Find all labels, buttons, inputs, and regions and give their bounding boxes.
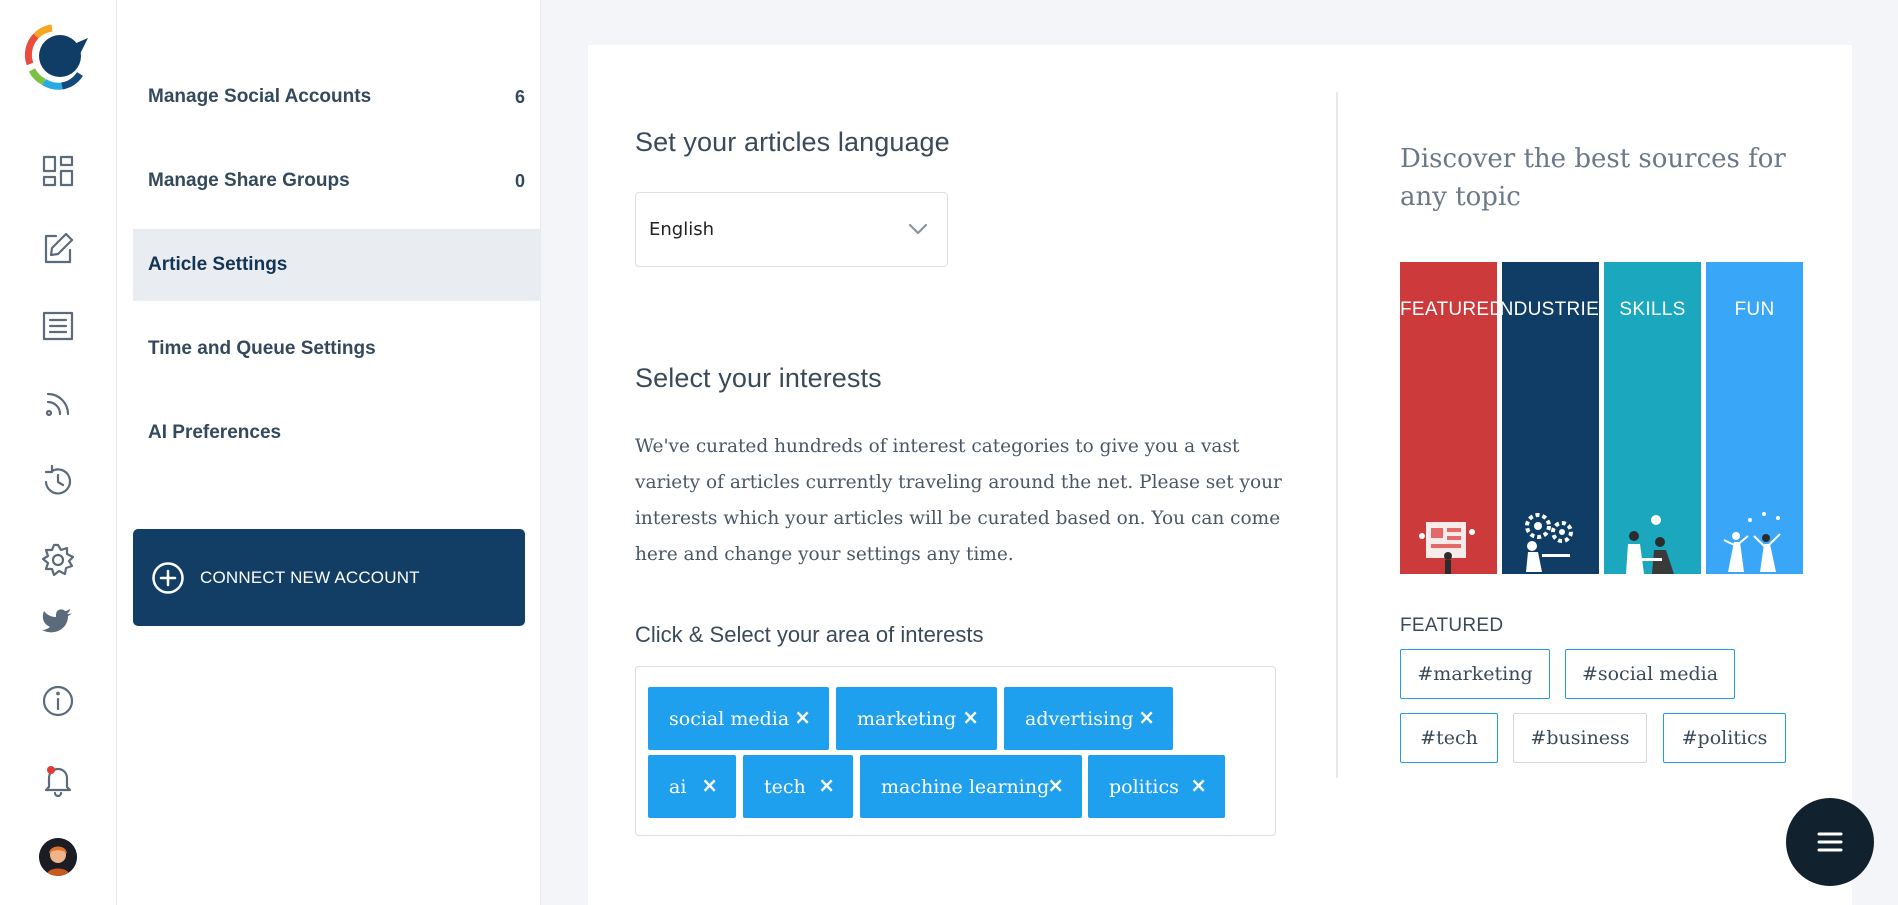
interest-chip: social media × — [648, 687, 829, 750]
interest-chip-label: tech — [764, 775, 806, 798]
notification-bell-icon[interactable] — [37, 758, 79, 800]
featured-illustration-icon — [1419, 522, 1475, 574]
interest-chip-label: ai — [669, 775, 687, 798]
interest-chip-label: politics — [1109, 775, 1179, 798]
remove-chip-icon[interactable]: × — [962, 707, 979, 727]
nav-item-count: 0 — [514, 170, 525, 191]
language-select[interactable]: English — [635, 192, 948, 267]
category-card-industries[interactable]: INDUSTRIES — [1502, 262, 1599, 574]
category-card-fun[interactable]: FUN — [1706, 262, 1803, 574]
interest-chip: tech × — [743, 755, 853, 818]
discover-heading: Discover the best sources for any topic — [1400, 144, 1786, 212]
remove-chip-icon[interactable]: × — [1138, 707, 1155, 727]
interest-chip: advertising × — [1004, 687, 1173, 750]
user-avatar[interactable] — [39, 838, 77, 876]
selected-interests-box[interactable]: social media × marketing × advertising ×… — [635, 666, 1276, 836]
area-of-interests-heading: Click & Select your area of interests — [635, 622, 984, 647]
compose-icon[interactable] — [37, 227, 79, 269]
skills-illustration-icon — [1626, 515, 1674, 574]
remove-chip-icon[interactable]: × — [794, 707, 811, 727]
fun-illustration-icon — [1723, 512, 1781, 572]
category-label: INDUSTRIES — [1502, 299, 1599, 320]
selected-category-label: FEATURED — [1400, 615, 1504, 636]
nav-item-manage-social-accounts[interactable]: Manage Social Accounts 6 — [133, 61, 541, 133]
hashtag-button[interactable]: #politics — [1663, 713, 1786, 763]
industries-illustration-icon — [1525, 513, 1573, 572]
remove-chip-icon[interactable]: × — [1047, 775, 1064, 795]
interest-chip-label: machine learning — [881, 775, 1050, 798]
interest-chip: politics × — [1088, 755, 1225, 818]
remove-chip-icon[interactable]: × — [701, 775, 718, 795]
nav-item-manage-share-groups[interactable]: Manage Share Groups 0 — [133, 145, 541, 217]
info-icon[interactable] — [37, 680, 79, 722]
column-divider — [1336, 92, 1338, 778]
interests-heading: Select your interests — [635, 363, 882, 393]
remove-chip-icon[interactable]: × — [818, 775, 835, 795]
history-sync-icon[interactable] — [37, 461, 79, 503]
articles-icon[interactable] — [37, 305, 79, 347]
nav-item-label: AI Preferences — [148, 422, 282, 443]
nav-item-time-and-queue-settings[interactable]: Time and Queue Settings — [133, 313, 541, 385]
nav-item-label: Time and Queue Settings — [148, 338, 376, 359]
interest-chip: marketing × — [836, 687, 997, 750]
nav-item-article-settings[interactable]: Article Settings — [133, 229, 541, 301]
hashtag-button[interactable]: #social media — [1565, 649, 1735, 699]
chevron-down-icon — [908, 223, 928, 235]
interest-chip-label: marketing — [857, 707, 957, 730]
connect-new-account-button[interactable]: CONNECT NEW ACCOUNT — [133, 529, 525, 626]
nav-item-label: Manage Social Accounts — [148, 86, 372, 107]
interest-chip-label: social media — [669, 707, 790, 730]
app-logo[interactable] — [22, 20, 92, 92]
nav-item-label: Manage Share Groups — [148, 170, 350, 191]
category-label: FEATURED — [1400, 299, 1497, 320]
plus-circle-icon — [152, 561, 184, 594]
nav-item-ai-preferences[interactable]: AI Preferences — [133, 397, 541, 469]
hashtag-button[interactable]: #tech — [1400, 713, 1498, 763]
category-label: SKILLS — [1619, 299, 1686, 320]
category-card-skills[interactable]: SKILLS — [1604, 262, 1701, 574]
menu-fab-button[interactable] — [1786, 798, 1874, 886]
icon-rail — [0, 0, 117, 905]
settings-gear-icon[interactable] — [37, 539, 79, 581]
nav-item-count: 6 — [514, 86, 525, 107]
interests-description: We've curated hundreds of interest categ… — [635, 436, 1282, 565]
category-card-featured[interactable]: FEATURED — [1400, 262, 1497, 574]
hashtag-button[interactable]: #business — [1513, 713, 1647, 763]
connect-button-label: CONNECT NEW ACCOUNT — [200, 567, 420, 587]
category-label: FUN — [1734, 299, 1775, 320]
settings-nav: Manage Social Accounts 6 Manage Share Gr… — [117, 0, 541, 905]
twitter-icon[interactable] — [37, 601, 79, 643]
hamburger-menu-icon — [1817, 832, 1843, 852]
rss-feed-icon[interactable] — [37, 383, 79, 425]
interest-chip: machine learning × — [860, 755, 1082, 818]
hashtag-button[interactable]: #marketing — [1400, 649, 1550, 699]
language-heading: Set your articles language — [635, 127, 950, 157]
interest-chip: ai × — [648, 755, 736, 818]
dashboard-icon[interactable] — [37, 150, 79, 192]
nav-item-label: Article Settings — [148, 254, 288, 275]
interest-chip-label: advertising — [1025, 707, 1134, 730]
language-select-value: English — [649, 219, 714, 240]
article-settings-card: Set your articles language English Selec… — [588, 45, 1852, 905]
remove-chip-icon[interactable]: × — [1190, 775, 1207, 795]
